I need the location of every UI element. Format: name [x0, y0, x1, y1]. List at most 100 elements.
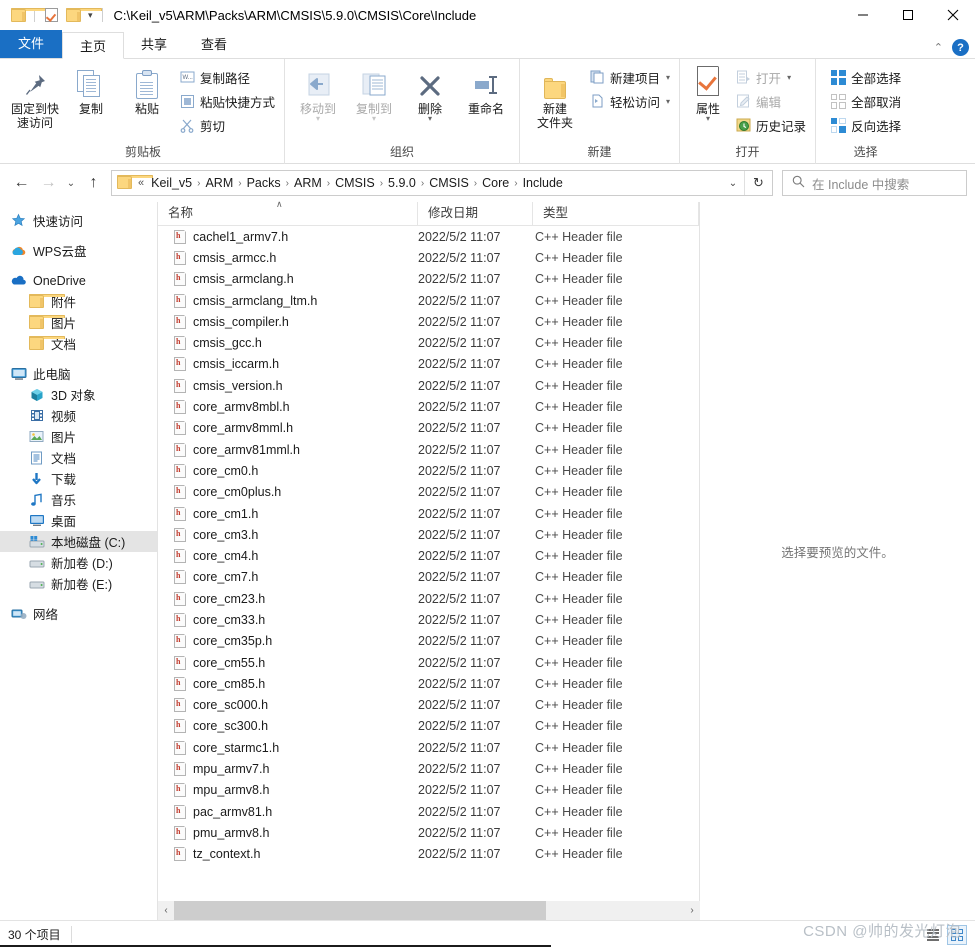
- table-row[interactable]: h cmsis_gcc.h 2022/5/2 11:07 C++ Header fil…: [158, 332, 699, 353]
- properties-button[interactable]: 属性 ▾: [685, 62, 731, 123]
- table-row[interactable]: h mpu_armv7.h 2022/5/2 11:07 C++ Header fil…: [158, 758, 699, 779]
- table-row[interactable]: h core_cm55.h 2022/5/2 11:07 C++ Header fil…: [158, 652, 699, 673]
- hscroll-track[interactable]: [174, 901, 684, 920]
- breadcrumb-item-8[interactable]: Include: [519, 176, 567, 190]
- refresh-icon[interactable]: ↻: [744, 171, 772, 195]
- file-name-cell[interactable]: h cmsis_iccarm.h: [158, 356, 418, 372]
- file-name-cell[interactable]: h mpu_armv7.h: [158, 761, 418, 777]
- table-row[interactable]: h cachel1_armv7.h 2022/5/2 11:07 C++ Header…: [158, 226, 699, 247]
- breadcrumb-item-1[interactable]: ARM: [201, 176, 237, 190]
- table-row[interactable]: h core_starmc1.h 2022/5/2 11:07 C++ Header …: [158, 737, 699, 758]
- sidebar-item-downloads[interactable]: 下载: [0, 468, 157, 489]
- open-button[interactable]: 打开 ▾: [731, 66, 810, 88]
- easy-access-button[interactable]: 轻松访问 ▾: [585, 90, 674, 112]
- close-button[interactable]: [930, 0, 975, 30]
- file-name-cell[interactable]: h core_armv8mbl.h: [158, 399, 418, 415]
- breadcrumb-item-6[interactable]: CMSIS: [425, 176, 473, 190]
- maximize-button[interactable]: [885, 0, 930, 30]
- file-name-cell[interactable]: h core_cm7.h: [158, 569, 418, 585]
- scroll-right-button[interactable]: ›: [684, 901, 700, 920]
- table-row[interactable]: h core_armv8mbl.h 2022/5/2 11:07 C++ Header…: [158, 396, 699, 417]
- table-row[interactable]: h core_cm0plus.h 2022/5/2 11:07 C++ Header …: [158, 482, 699, 503]
- move-to-button[interactable]: 移动到 ▾: [290, 62, 346, 123]
- scroll-left-button[interactable]: ‹: [158, 901, 174, 920]
- horizontal-scrollbar[interactable]: ‹ ›: [157, 901, 700, 920]
- sidebar-item-desktop[interactable]: 桌面: [0, 510, 157, 531]
- file-name-cell[interactable]: h core_cm0plus.h: [158, 484, 418, 500]
- column-header-name[interactable]: 名称 ∧: [158, 199, 418, 225]
- delete-button[interactable]: 删除 ▾: [402, 62, 458, 123]
- table-row[interactable]: h core_armv8mml.h 2022/5/2 11:07 C++ Header…: [158, 418, 699, 439]
- table-row[interactable]: h core_cm0.h 2022/5/2 11:07 C++ Header file: [158, 460, 699, 481]
- minimize-button[interactable]: [840, 0, 885, 30]
- file-name-cell[interactable]: h core_starmc1.h: [158, 739, 418, 755]
- table-row[interactable]: h cmsis_armclang_ltm.h 2022/5/2 11:07 C++ H…: [158, 290, 699, 311]
- copy-path-button[interactable]: W... 复制路径: [175, 66, 279, 88]
- table-row[interactable]: h core_cm23.h 2022/5/2 11:07 C++ Header fil…: [158, 588, 699, 609]
- navigation-pane[interactable]: 快速访问 WPS云盘 OneDrive 附件 图片 文档 此电脑 3D 对象 视…: [0, 202, 157, 901]
- file-name-cell[interactable]: h core_cm33.h: [158, 611, 418, 627]
- breadcrumb-item-5[interactable]: 5.9.0: [384, 176, 420, 190]
- file-name-cell[interactable]: h cmsis_gcc.h: [158, 335, 418, 351]
- file-name-cell[interactable]: h cmsis_version.h: [158, 377, 418, 393]
- sidebar-item-videos[interactable]: 视频: [0, 405, 157, 426]
- invert-selection-button[interactable]: 反向选择: [826, 114, 905, 136]
- file-name-cell[interactable]: h core_cm0.h: [158, 462, 418, 478]
- table-row[interactable]: h core_sc000.h 2022/5/2 11:07 C++ Header fi…: [158, 695, 699, 716]
- new-folder-button[interactable]: 新建 文件夹: [525, 62, 585, 130]
- breadcrumb-item-3[interactable]: ARM: [290, 176, 326, 190]
- forward-button[interactable]: →: [35, 170, 62, 197]
- file-name-cell[interactable]: h core_armv81mml.h: [158, 441, 418, 457]
- sidebar-item-3d-objects[interactable]: 3D 对象: [0, 384, 157, 405]
- qat-dropdown-caret[interactable]: ▾: [84, 10, 97, 20]
- table-row[interactable]: h pac_armv81.h 2022/5/2 11:07 C++ Header fi…: [158, 801, 699, 822]
- table-row[interactable]: h pmu_armv8.h 2022/5/2 11:07 C++ Header fil…: [158, 822, 699, 843]
- table-row[interactable]: h core_cm1.h 2022/5/2 11:07 C++ Header file: [158, 503, 699, 524]
- file-name-cell[interactable]: h core_cm3.h: [158, 526, 418, 542]
- tab-view[interactable]: 查看: [184, 31, 244, 58]
- sidebar-item-onedrive[interactable]: OneDrive: [0, 270, 157, 291]
- tab-home[interactable]: 主页: [62, 32, 125, 59]
- pin-to-quick-access-button[interactable]: 固定到快 速访问: [7, 62, 63, 130]
- paste-button[interactable]: 粘贴: [119, 62, 175, 116]
- tab-share[interactable]: 共享: [124, 31, 184, 58]
- collapse-ribbon-icon[interactable]: ⌃: [934, 41, 943, 54]
- history-button[interactable]: 历史记录: [731, 114, 810, 136]
- file-name-cell[interactable]: h pmu_armv8.h: [158, 824, 418, 840]
- new-folder-quick-icon[interactable]: [62, 4, 102, 26]
- table-row[interactable]: h cmsis_version.h 2022/5/2 11:07 C++ Header…: [158, 375, 699, 396]
- file-name-cell[interactable]: h core_cm55.h: [158, 654, 418, 670]
- breadcrumb-root-chevron[interactable]: «: [135, 177, 147, 189]
- select-none-button[interactable]: 全部取消: [826, 90, 905, 112]
- sidebar-item-volume-d[interactable]: 新加卷 (D:): [0, 552, 157, 573]
- table-row[interactable]: h core_cm85.h 2022/5/2 11:07 C++ Header fil…: [158, 673, 699, 694]
- hscroll-thumb[interactable]: [174, 901, 547, 920]
- new-item-button[interactable]: 新建项目 ▾: [585, 66, 674, 88]
- search-input[interactable]: 在 Include 中搜索: [812, 174, 909, 193]
- file-name-cell[interactable]: h core_cm4.h: [158, 548, 418, 564]
- file-name-cell[interactable]: h core_sc000.h: [158, 697, 418, 713]
- sidebar-item-pictures[interactable]: 图片: [0, 426, 157, 447]
- sidebar-item-local-disk-c[interactable]: 本地磁盘 (C:): [0, 531, 157, 552]
- table-row[interactable]: h cmsis_armclang.h 2022/5/2 11:07 C++ Heade…: [158, 269, 699, 290]
- file-name-cell[interactable]: h cmsis_compiler.h: [158, 313, 418, 329]
- file-name-cell[interactable]: h core_sc300.h: [158, 718, 418, 734]
- sidebar-item-this-pc[interactable]: 此电脑: [0, 363, 157, 384]
- file-name-cell[interactable]: h core_armv8mml.h: [158, 420, 418, 436]
- sidebar-item-attachments[interactable]: 附件: [0, 291, 157, 312]
- sidebar-item-pictures-onedrive[interactable]: 图片: [0, 312, 157, 333]
- table-row[interactable]: h tz_context.h 2022/5/2 11:07 C++ Header fi…: [158, 844, 699, 865]
- file-name-cell[interactable]: h core_cm35p.h: [158, 633, 418, 649]
- edit-button[interactable]: 编辑: [731, 90, 810, 112]
- sidebar-item-network[interactable]: 网络: [0, 603, 157, 624]
- table-row[interactable]: h core_cm35p.h 2022/5/2 11:07 C++ Header fi…: [158, 631, 699, 652]
- address-dropdown-caret[interactable]: ⌄: [722, 178, 744, 189]
- column-header-date[interactable]: 修改日期: [418, 202, 533, 225]
- search-box[interactable]: 在 Include 中搜索: [782, 170, 967, 196]
- recent-locations-button[interactable]: ⌄: [62, 170, 80, 197]
- file-name-cell[interactable]: h cmsis_armcc.h: [158, 249, 418, 265]
- cut-button[interactable]: 剪切: [175, 114, 279, 136]
- table-row[interactable]: h core_cm33.h 2022/5/2 11:07 C++ Header fil…: [158, 609, 699, 630]
- copy-button[interactable]: 复制: [63, 62, 119, 116]
- table-row[interactable]: h core_cm4.h 2022/5/2 11:07 C++ Header file: [158, 545, 699, 566]
